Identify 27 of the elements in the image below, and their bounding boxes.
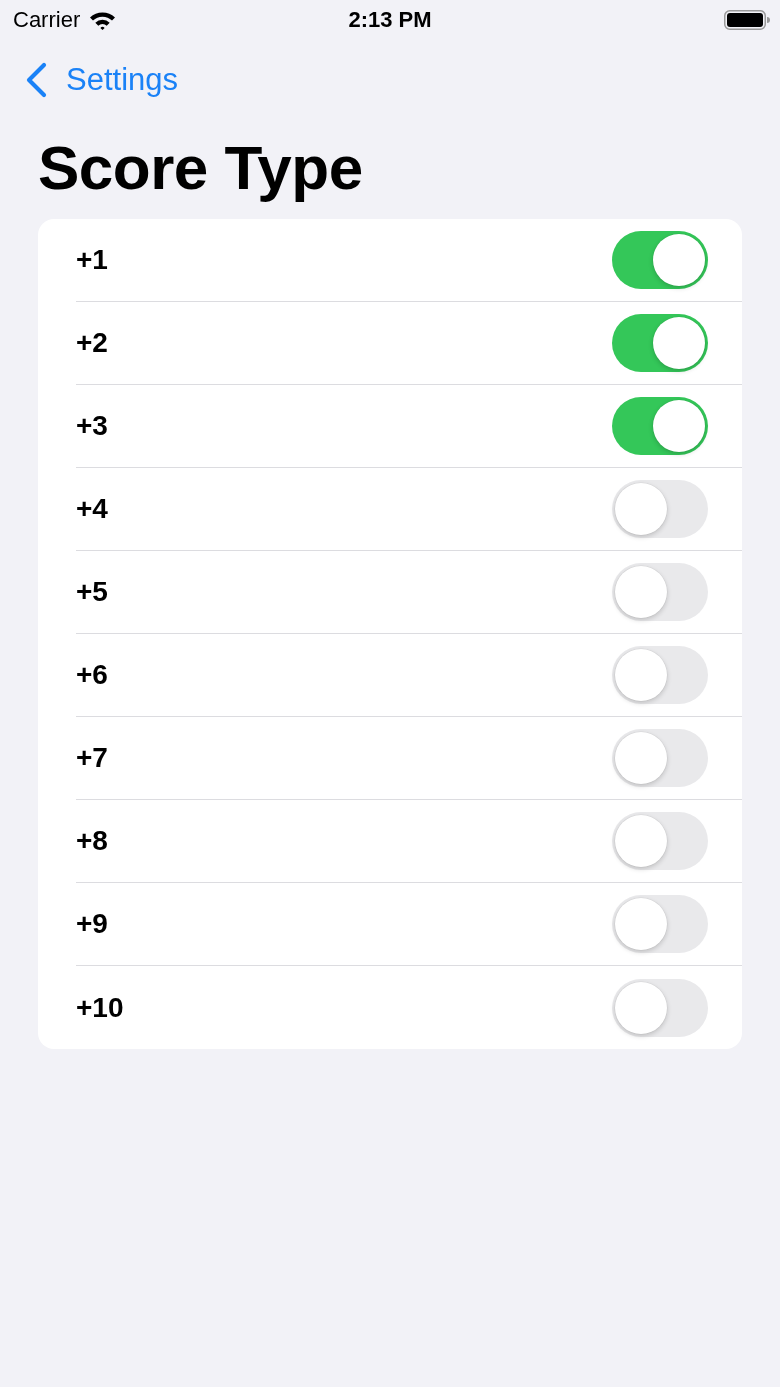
wifi-icon <box>89 10 117 30</box>
option-label: +7 <box>76 742 108 774</box>
chevron-left-icon <box>24 62 48 98</box>
toggle-switch[interactable] <box>612 895 708 953</box>
back-button[interactable]: Settings <box>24 62 178 98</box>
option-label: +8 <box>76 825 108 857</box>
option-label: +2 <box>76 327 108 359</box>
toggle-switch[interactable] <box>612 397 708 455</box>
clock-time: 2:13 PM <box>348 7 432 33</box>
option-label: +4 <box>76 493 108 525</box>
option-label: +10 <box>76 991 124 1024</box>
toggle-switch[interactable] <box>612 563 708 621</box>
option-label: +6 <box>76 659 108 691</box>
toggle-switch[interactable] <box>612 314 708 372</box>
toggle-switch[interactable] <box>612 480 708 538</box>
toggle-switch[interactable] <box>612 231 708 289</box>
toggle-switch[interactable] <box>612 978 708 1037</box>
toggle-switch[interactable] <box>612 812 708 870</box>
battery-icon <box>724 10 770 30</box>
option-label: +1 <box>76 244 108 276</box>
toggle-switch[interactable] <box>612 646 708 704</box>
option-label: +5 <box>76 576 108 608</box>
option-label: +9 <box>76 908 108 940</box>
page-title: Score Type <box>38 132 363 204</box>
option-label: +3 <box>76 410 108 442</box>
toggle-switch[interactable] <box>612 729 708 787</box>
carrier-name: Carrier <box>13 7 81 33</box>
